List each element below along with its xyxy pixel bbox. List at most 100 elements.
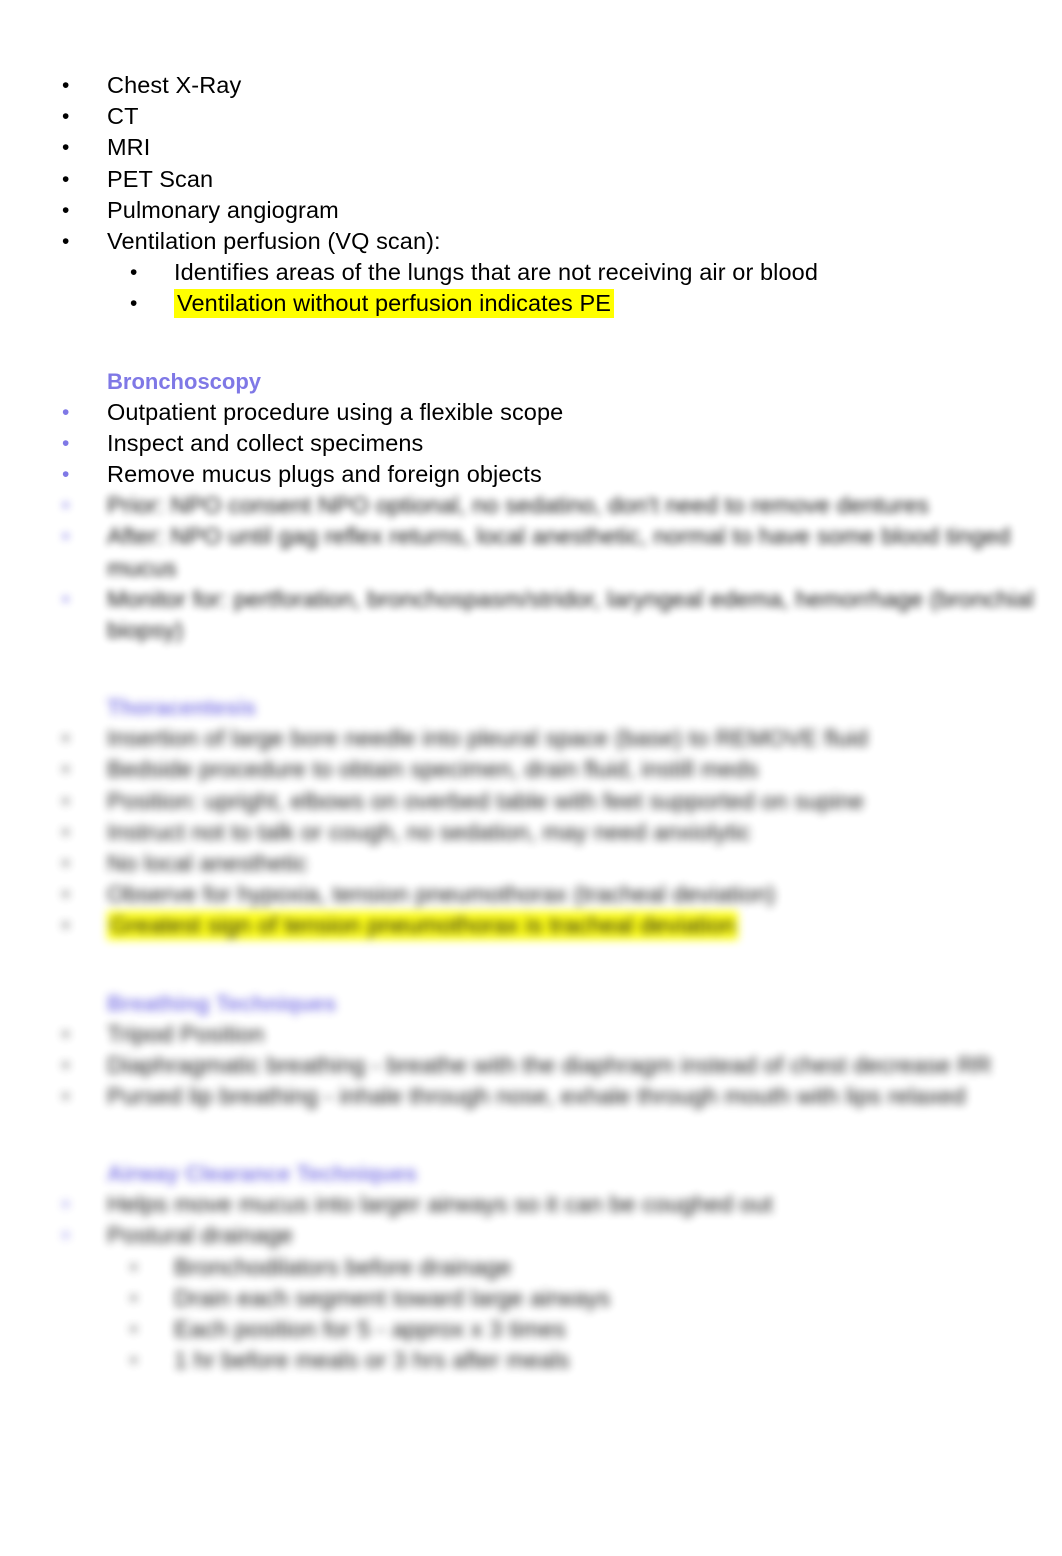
- list-item: • Remove mucus plugs and foreign objects: [0, 459, 1062, 490]
- list-item: • Observe for hypoxia, tension pneumotho…: [0, 879, 1062, 910]
- list-item-label: Inspect and collect specimens: [107, 429, 424, 456]
- list-item-label: Greatest sign of tension pneumothorax is…: [107, 910, 1062, 941]
- bullet-icon: •: [62, 463, 70, 487]
- list-item-highlighted: • Ventilation without perfusion indicate…: [0, 288, 1062, 319]
- list-item-label: Helps move mucus into larger airways so …: [107, 1191, 773, 1218]
- section-airway-clearance: Airway Clearance Techniques • Helps move…: [0, 1158, 1062, 1376]
- blurred-content-group: • Insertion of large bore needle into pl…: [0, 723, 1062, 941]
- list-item: • Bronchodilators before drainage: [0, 1252, 1062, 1283]
- document-page: • Chest X-Ray • CT • MRI • PET Scan • Pu…: [0, 0, 1062, 1556]
- bullet-icon: •: [130, 261, 138, 285]
- list-item: • Insertion of large bore needle into pl…: [0, 723, 1062, 754]
- bullet-icon: •: [62, 883, 70, 907]
- bullet-icon: •: [62, 400, 70, 424]
- list-item-label: Postural drainage: [107, 1222, 293, 1249]
- list-item-label: Instruct not to talk or cough, no sedati…: [107, 818, 751, 845]
- bullet-icon: •: [62, 167, 70, 191]
- section-heading: Breathing Techniques: [107, 990, 337, 1016]
- list-item: • No local anesthetic: [0, 848, 1062, 879]
- list-item-label: Drain each segment toward large airways: [174, 1284, 611, 1311]
- bullet-icon: •: [62, 789, 70, 813]
- list-item: • Prior: NPO consent NPO optional, no se…: [0, 490, 1062, 521]
- bullet-icon: •: [130, 1286, 138, 1310]
- section-heading-row: Airway Clearance Techniques: [0, 1158, 1062, 1189]
- list-item: • Monitor for: pertforation, bronchospas…: [0, 584, 1062, 646]
- list-item-label: Outpatient procedure using a flexible sc…: [107, 398, 564, 425]
- section-bronchoscopy: Bronchoscopy • Outpatient procedure usin…: [0, 366, 1062, 647]
- bullet-icon: •: [62, 136, 70, 160]
- section-thoracentesis: Thoracentesis • Insertion of large bore …: [0, 692, 1062, 941]
- bullet-icon: •: [62, 914, 70, 938]
- section-heading: Thoracentesis: [107, 695, 257, 721]
- blurred-content-group: • Tripod Position • Diaphragmatic breath…: [0, 1019, 1062, 1113]
- bullet-icon: •: [62, 105, 70, 129]
- list-item-label: After: NPO until gag reflex returns, loc…: [107, 523, 1018, 581]
- list-item-label: PET Scan: [107, 165, 214, 192]
- highlight-mark: Greatest sign of tension pneumothorax is…: [107, 911, 739, 941]
- list-item-label: Monitor for: pertforation, bronchospasm/…: [107, 585, 1041, 644]
- bullet-icon: •: [62, 820, 70, 844]
- list-item: • Helps move mucus into larger airways s…: [0, 1189, 1062, 1220]
- list-item-label: Bedside procedure to obtain specimen, dr…: [107, 756, 759, 783]
- list-item: • Instruct not to talk or cough, no seda…: [0, 817, 1062, 848]
- list-item: • Ventilation perfusion (VQ scan):: [0, 226, 1062, 257]
- list-item-label: Pulmonary angiogram: [107, 196, 339, 223]
- bullet-icon: •: [62, 758, 70, 782]
- bullet-icon: •: [130, 1318, 138, 1342]
- list-item: • Chest X-Ray: [0, 70, 1062, 101]
- list-item-label: Tripod Position: [107, 1020, 265, 1047]
- list-item-label: Observe for hypoxia, tension pneumothora…: [107, 881, 776, 908]
- list-item-label: Position: upright, elbows on overbed tab…: [107, 787, 865, 814]
- bullet-icon: •: [130, 1255, 138, 1279]
- bullet-icon: •: [62, 1022, 70, 1046]
- bullet-icon: •: [62, 230, 70, 254]
- list-item-highlighted: • Greatest sign of tension pneumothorax …: [0, 910, 1062, 941]
- list-item: • Diaphragmatic breathing - breathe with…: [0, 1050, 1062, 1081]
- bullet-icon: •: [130, 292, 138, 316]
- bullet-icon: •: [62, 1224, 70, 1248]
- section-breathing-techniques: Breathing Techniques • Tripod Position •…: [0, 988, 1062, 1113]
- list-item-label: Ventilation without perfusion indicates …: [174, 288, 1062, 319]
- list-item: • MRI: [0, 132, 1062, 163]
- list-item-label: Prior: NPO consent NPO optional, no seda…: [107, 492, 929, 519]
- list-item: • Each position for 5 - approx x 3 times: [0, 1314, 1062, 1345]
- list-item: • Position: upright, elbows on overbed t…: [0, 786, 1062, 817]
- list-item: • Pulmonary angiogram: [0, 195, 1062, 226]
- list-item: • 1 hr before meals or 3 hrs after meals: [0, 1345, 1062, 1376]
- bullet-icon: •: [62, 74, 70, 97]
- list-item: • Inspect and collect specimens: [0, 428, 1062, 459]
- list-item-label: MRI: [107, 134, 151, 161]
- list-item: • CT: [0, 101, 1062, 132]
- bullet-icon: •: [62, 494, 70, 518]
- section-heading-row: Bronchoscopy: [0, 366, 1062, 397]
- list-item: • Identifies areas of the lungs that are…: [0, 257, 1062, 288]
- list-item-label: Bronchodilators before drainage: [174, 1253, 512, 1280]
- bullet-icon: •: [62, 1085, 70, 1109]
- list-item-label: CT: [107, 103, 139, 130]
- section-heading: Airway Clearance Techniques: [107, 1161, 418, 1187]
- list-item: • PET Scan: [0, 164, 1062, 195]
- highlight-mark: Ventilation without perfusion indicates …: [174, 289, 614, 319]
- blurred-content-group: • Prior: NPO consent NPO optional, no se…: [0, 490, 1062, 646]
- list-item: • Postural drainage: [0, 1220, 1062, 1251]
- bullet-icon: •: [62, 431, 70, 455]
- bullet-icon: •: [62, 852, 70, 876]
- list-item-label: Insertion of large bore needle into pleu…: [107, 725, 868, 752]
- list-item: • After: NPO until gag reflex returns, l…: [0, 521, 1062, 583]
- list-item: • Tripod Position: [0, 1019, 1062, 1050]
- list-item: • Bedside procedure to obtain specimen, …: [0, 754, 1062, 785]
- list-item-label: Diaphragmatic breathing - breathe with t…: [107, 1051, 992, 1078]
- imaging-list: • Chest X-Ray • CT • MRI • PET Scan • Pu…: [0, 70, 1062, 320]
- list-item-label: No local anesthetic: [107, 850, 308, 877]
- bullet-icon: •: [62, 1053, 70, 1077]
- section-heading-row: Breathing Techniques: [0, 988, 1062, 1019]
- bullet-icon: •: [62, 727, 70, 751]
- document-body: • Chest X-Ray • CT • MRI • PET Scan • Pu…: [0, 0, 1062, 1377]
- list-item-label: Each position for 5 - approx x 3 times: [174, 1316, 566, 1343]
- list-item-label: Identifies areas of the lungs that are n…: [174, 259, 818, 286]
- list-item: • Drain each segment toward large airway…: [0, 1283, 1062, 1314]
